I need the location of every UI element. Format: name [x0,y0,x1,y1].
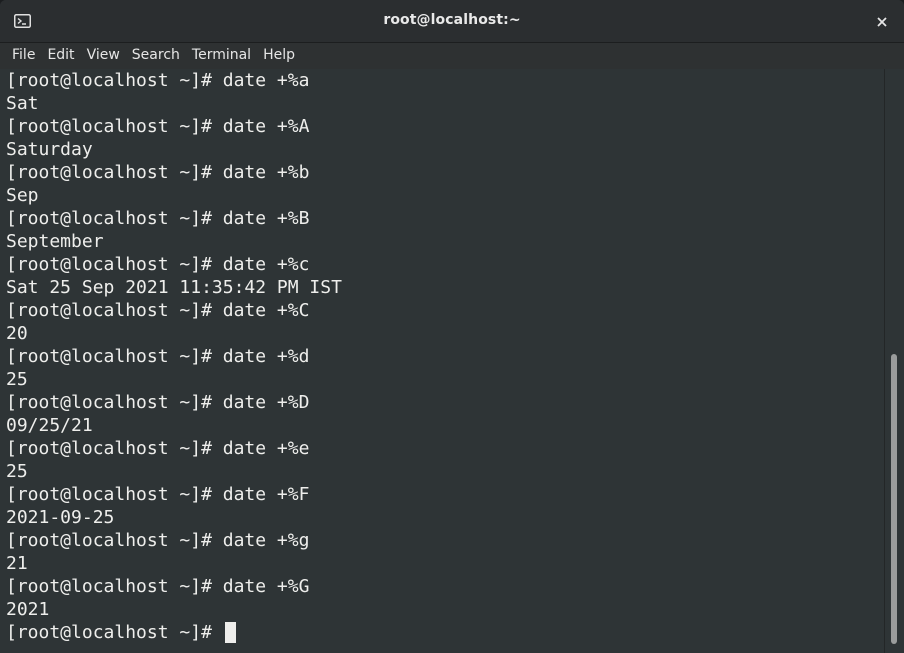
terminal-line: September [6,231,104,252]
prompt-line[interactable]: [root@localhost ~]# [6,621,342,644]
terminal-line: 2021 [6,599,50,620]
terminal-line: 09/25/21 [6,415,93,436]
menu-file[interactable]: File [6,43,41,69]
terminal-line: Saturday [6,139,93,160]
scrollbar-thumb[interactable] [891,354,897,644]
terminal-line: [root@localhost ~]# date +%g [6,530,310,551]
title-bar[interactable]: root@localhost:~ [0,0,904,43]
menu-search[interactable]: Search [126,43,186,69]
menu-view[interactable]: View [81,43,126,69]
terminal-line: 2021-09-25 [6,507,115,528]
terminal-lines: [root@localhost ~]# date +%a Sat [root@l… [6,69,342,644]
terminal-line: 25 [6,369,28,390]
terminal-line: Sat 25 Sep 2021 11:35:42 PM IST [6,277,342,298]
terminal-line: [root@localhost ~]# date +%C [6,300,310,321]
menu-edit[interactable]: Edit [41,43,80,69]
terminal-line: [root@localhost ~]# date +%B [6,208,310,229]
terminal-line: [root@localhost ~]# date +%D [6,392,310,413]
menu-bar: File Edit View Search Terminal Help [0,43,904,69]
terminal-output[interactable]: [root@localhost ~]# date +%a Sat [root@l… [0,69,884,653]
close-button[interactable] [868,8,896,36]
terminal-line: 25 [6,461,28,482]
terminal-line: 20 [6,323,28,344]
terminal-line: [root@localhost ~]# date +%F [6,484,310,505]
window-title: root@localhost:~ [383,12,521,28]
terminal-line: [root@localhost ~]# date +%c [6,254,310,275]
close-icon [877,17,887,27]
menu-help[interactable]: Help [257,43,301,69]
terminal-window: root@localhost:~ File Edit View Search T… [0,0,904,653]
terminal-line: Sat [6,93,39,114]
terminal-line: [root@localhost ~]# date +%A [6,116,310,137]
menu-terminal[interactable]: Terminal [186,43,257,69]
terminal-line: [root@localhost ~]# date +%G [6,576,310,597]
terminal-line: [root@localhost ~]# date +%a [6,70,310,91]
terminal-line: [root@localhost ~]# date +%d [6,346,310,367]
scrollbar[interactable] [884,69,904,653]
terminal-line: 21 [6,553,28,574]
text-cursor [224,622,236,643]
prompt-text: [root@localhost ~]# [6,622,223,643]
terminal-line: [root@localhost ~]# date +%b [6,162,310,183]
terminal-line: Sep [6,185,39,206]
terminal-line: [root@localhost ~]# date +%e [6,438,310,459]
